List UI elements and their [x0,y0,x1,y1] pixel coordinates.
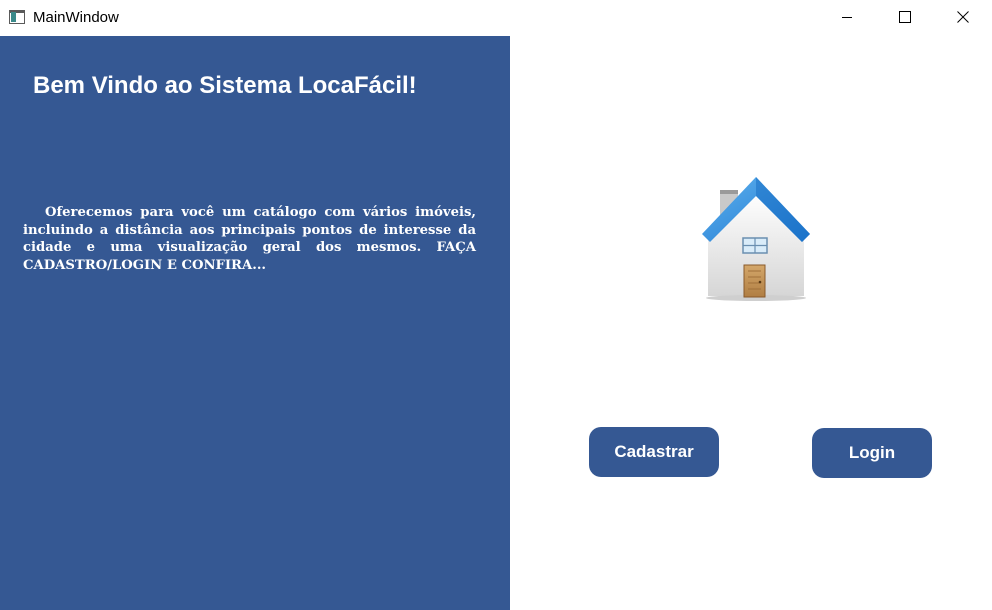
welcome-description: Oferecemos para você um catálogo com vár… [23,205,476,273]
house-icon [702,177,810,301]
maximize-icon [899,11,911,23]
welcome-heading: Bem Vindo ao Sistema LocaFácil! [33,72,417,99]
maximize-button[interactable] [882,0,928,34]
minimize-button[interactable] [824,0,870,34]
main-window: MainWindow Bem Vindo ao Sistema LocaFáci… [0,0,992,610]
login-button[interactable]: Login [812,428,932,478]
minimize-icon [842,17,852,18]
welcome-panel [0,36,510,610]
title-bar[interactable]: MainWindow [0,0,992,36]
window-title: MainWindow [33,9,119,26]
app-window-icon [9,10,25,24]
close-icon [957,11,969,23]
cadastrar-button[interactable]: Cadastrar [589,427,719,477]
close-button[interactable] [940,0,986,34]
